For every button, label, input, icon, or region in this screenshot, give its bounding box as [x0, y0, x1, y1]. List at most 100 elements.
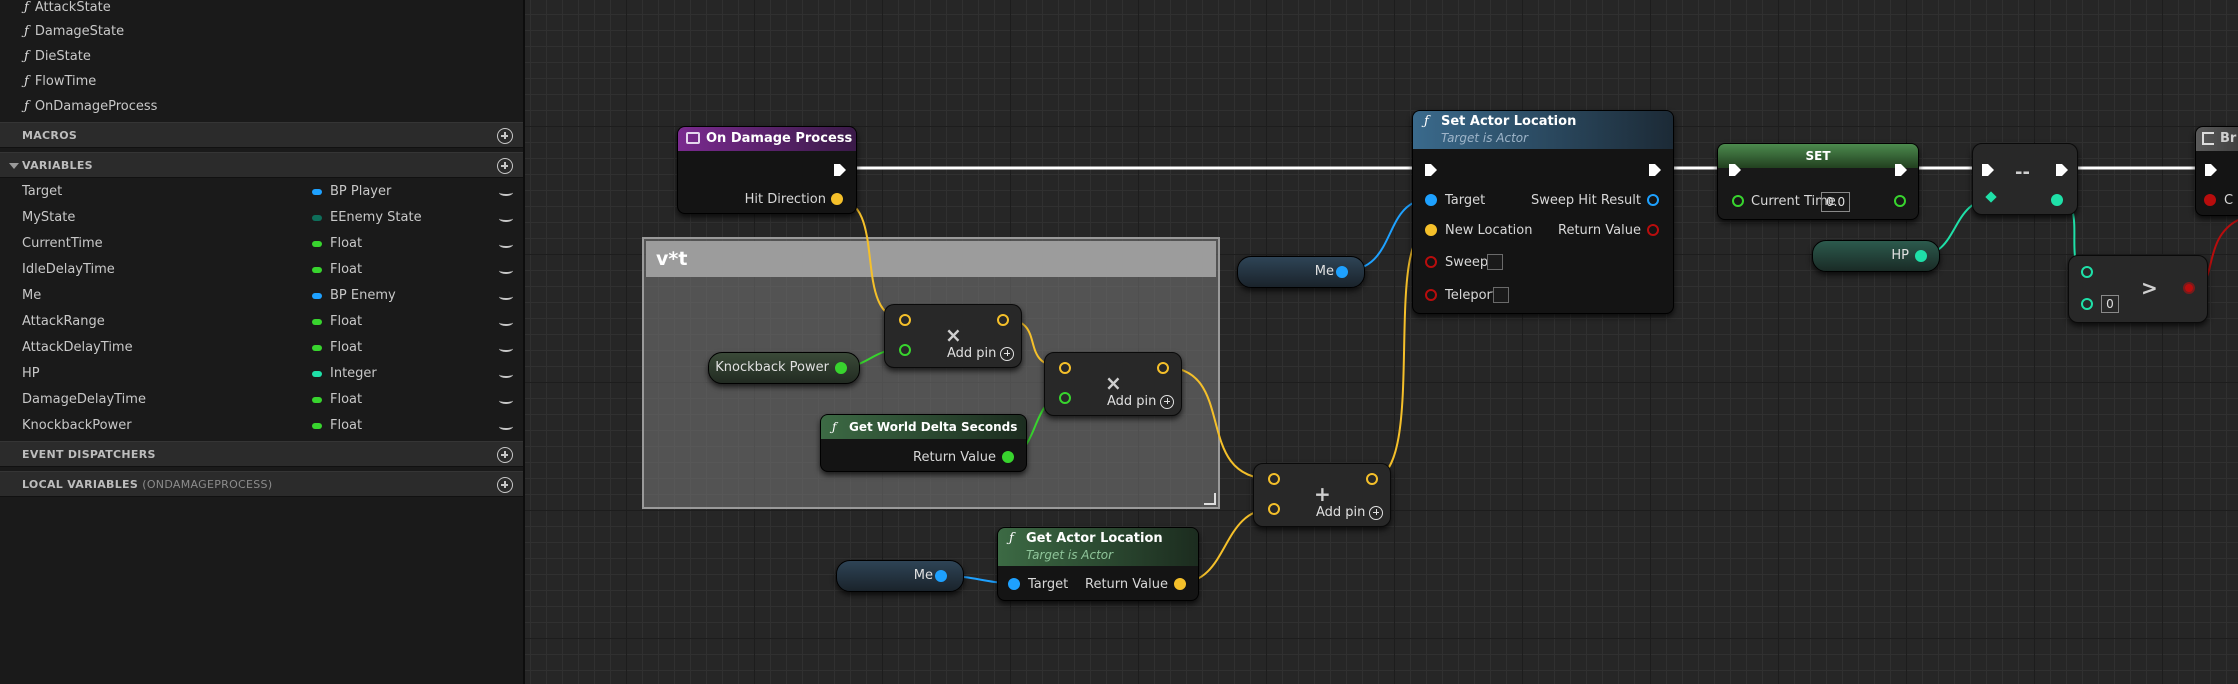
boolean-out-pin[interactable]: [1647, 224, 1659, 236]
integer-pin[interactable]: [1915, 250, 1927, 262]
visibility-eye-icon[interactable]: [499, 319, 513, 326]
variable-row[interactable]: AttackRange Float: [0, 309, 523, 335]
integer-out-pin[interactable]: [2051, 194, 2063, 206]
vector-pin[interactable]: [1059, 362, 1071, 374]
float-pin[interactable]: [1059, 392, 1071, 404]
integer-pin[interactable]: [2081, 266, 2093, 278]
variable-row[interactable]: AttackDelayTime Float: [0, 335, 523, 361]
exec-in-pin[interactable]: [2204, 162, 2218, 176]
variables-category[interactable]: VARIABLES: [0, 152, 523, 178]
greater-than-node[interactable]: 0 >: [2068, 255, 2208, 323]
add-pin-button[interactable]: Add pin: [947, 346, 1015, 361]
float-pin[interactable]: [899, 344, 911, 356]
function-item[interactable]: ƒ DieState: [24, 46, 91, 68]
variable-type[interactable]: Float: [312, 387, 362, 413]
event-dispatchers-category[interactable]: EVENT DISPATCHERS: [0, 441, 523, 467]
function-item[interactable]: ƒ FlowTime: [24, 71, 96, 93]
variable-row[interactable]: HP Integer: [0, 361, 523, 387]
variable-type[interactable]: Integer: [312, 361, 377, 387]
float-out-pin[interactable]: [1894, 195, 1906, 207]
variable-row[interactable]: CurrentTime Float: [0, 231, 523, 257]
variable-type[interactable]: BP Enemy: [312, 283, 396, 309]
add-pin-button[interactable]: Add pin: [1107, 394, 1175, 409]
branch-node[interactable]: Br C: [2195, 126, 2238, 216]
variable-row[interactable]: IdleDelayTime Float: [0, 257, 523, 283]
variable-row[interactable]: KnockbackPower Float: [0, 413, 523, 439]
boolean-out-pin[interactable]: [2183, 282, 2195, 294]
add-macro-icon[interactable]: [497, 128, 513, 144]
add-node[interactable]: + Add pin: [1253, 463, 1391, 527]
collapse-arrow-icon[interactable]: [9, 163, 19, 169]
add-local-variable-icon[interactable]: [497, 477, 513, 493]
object-pin[interactable]: [935, 570, 947, 582]
set-variable-node[interactable]: SET Current Time 0.0: [1717, 143, 1919, 220]
multiply-node[interactable]: × Add pin: [1044, 352, 1182, 416]
object-pin[interactable]: [1425, 194, 1437, 206]
integer-pin[interactable]: [2081, 298, 2093, 310]
exec-out-pin[interactable]: [833, 162, 847, 176]
current-time-value-input[interactable]: 0.0: [1821, 192, 1851, 212]
decrement-node[interactable]: --: [1972, 143, 2078, 215]
variable-node-hp[interactable]: HP: [1812, 240, 1940, 272]
variable-row[interactable]: Target BP Player: [0, 179, 523, 205]
function-node-get-actor-location[interactable]: ƒ Get Actor Location Target is Actor Tar…: [997, 527, 1199, 601]
variable-row[interactable]: Me BP Enemy: [0, 283, 523, 309]
compare-value-input[interactable]: 0: [2101, 295, 2119, 313]
exec-out-pin[interactable]: [1894, 162, 1908, 176]
exec-in-pin[interactable]: [1728, 162, 1742, 176]
resize-grip-icon[interactable]: [1204, 493, 1216, 505]
variable-type[interactable]: Float: [312, 335, 362, 361]
vector-pin[interactable]: [1268, 503, 1280, 515]
vector-pin[interactable]: [899, 314, 911, 326]
vector-out-pin[interactable]: [1174, 578, 1186, 590]
exec-out-pin[interactable]: [1648, 162, 1662, 176]
variable-type[interactable]: BP Player: [312, 179, 391, 205]
local-variables-category[interactable]: LOCAL VARIABLES (ONDAMAGEPROCESS): [0, 471, 523, 497]
variable-type[interactable]: Float: [312, 413, 362, 439]
variable-type[interactable]: Float: [312, 309, 362, 335]
function-node-get-world-delta-seconds[interactable]: ƒ Get World Delta Seconds Return Value: [820, 414, 1027, 472]
visibility-eye-icon[interactable]: [499, 241, 513, 248]
add-variable-icon[interactable]: [497, 158, 513, 174]
add-pin-button[interactable]: Add pin: [1316, 505, 1384, 520]
variable-type[interactable]: Float: [312, 257, 362, 283]
exec-in-pin[interactable]: [1981, 162, 1995, 176]
function-item[interactable]: ƒ OnDamageProcess: [24, 96, 157, 118]
float-out-pin[interactable]: [1002, 451, 1014, 463]
function-item[interactable]: ƒ AttackState: [24, 0, 111, 19]
boolean-pin[interactable]: [2204, 194, 2216, 206]
object-pin[interactable]: [1008, 578, 1020, 590]
multiply-node[interactable]: × Add pin: [884, 304, 1022, 368]
visibility-eye-icon[interactable]: [499, 267, 513, 274]
float-pin[interactable]: [1732, 195, 1744, 207]
boolean-pin[interactable]: [1425, 289, 1437, 301]
boolean-pin[interactable]: [1425, 256, 1437, 268]
visibility-eye-icon[interactable]: [499, 189, 513, 196]
variable-node-me[interactable]: Me: [836, 560, 964, 592]
exec-in-pin[interactable]: [1424, 162, 1438, 176]
visibility-eye-icon[interactable]: [499, 397, 513, 404]
sweep-checkbox[interactable]: [1487, 254, 1503, 270]
struct-out-pin[interactable]: [1647, 194, 1659, 206]
visibility-eye-icon[interactable]: [499, 345, 513, 352]
vector-pin[interactable]: [1425, 224, 1437, 236]
macros-category[interactable]: MACROS: [0, 122, 523, 148]
variable-type[interactable]: EEnemy State: [312, 205, 422, 231]
function-node-set-actor-location[interactable]: ƒ Set Actor Location Target is Actor Tar…: [1412, 110, 1674, 314]
visibility-eye-icon[interactable]: [499, 293, 513, 300]
visibility-eye-icon[interactable]: [499, 371, 513, 378]
object-pin[interactable]: [1336, 266, 1348, 278]
visibility-eye-icon[interactable]: [499, 215, 513, 222]
vector-pin[interactable]: [1268, 473, 1280, 485]
teleport-checkbox[interactable]: [1493, 287, 1509, 303]
comment-title[interactable]: v*t: [646, 241, 1216, 277]
variable-row[interactable]: MyState EEnemy State: [0, 205, 523, 231]
exec-out-pin[interactable]: [2055, 162, 2069, 176]
variable-type[interactable]: Float: [312, 231, 362, 257]
vector-pin[interactable]: [831, 193, 843, 205]
variable-node-knockback-power[interactable]: Knockback Power: [708, 352, 860, 384]
function-item[interactable]: ƒ DamageState: [24, 21, 124, 43]
vector-out-pin[interactable]: [1157, 362, 1169, 374]
visibility-eye-icon[interactable]: [499, 423, 513, 430]
float-pin[interactable]: [835, 362, 847, 374]
